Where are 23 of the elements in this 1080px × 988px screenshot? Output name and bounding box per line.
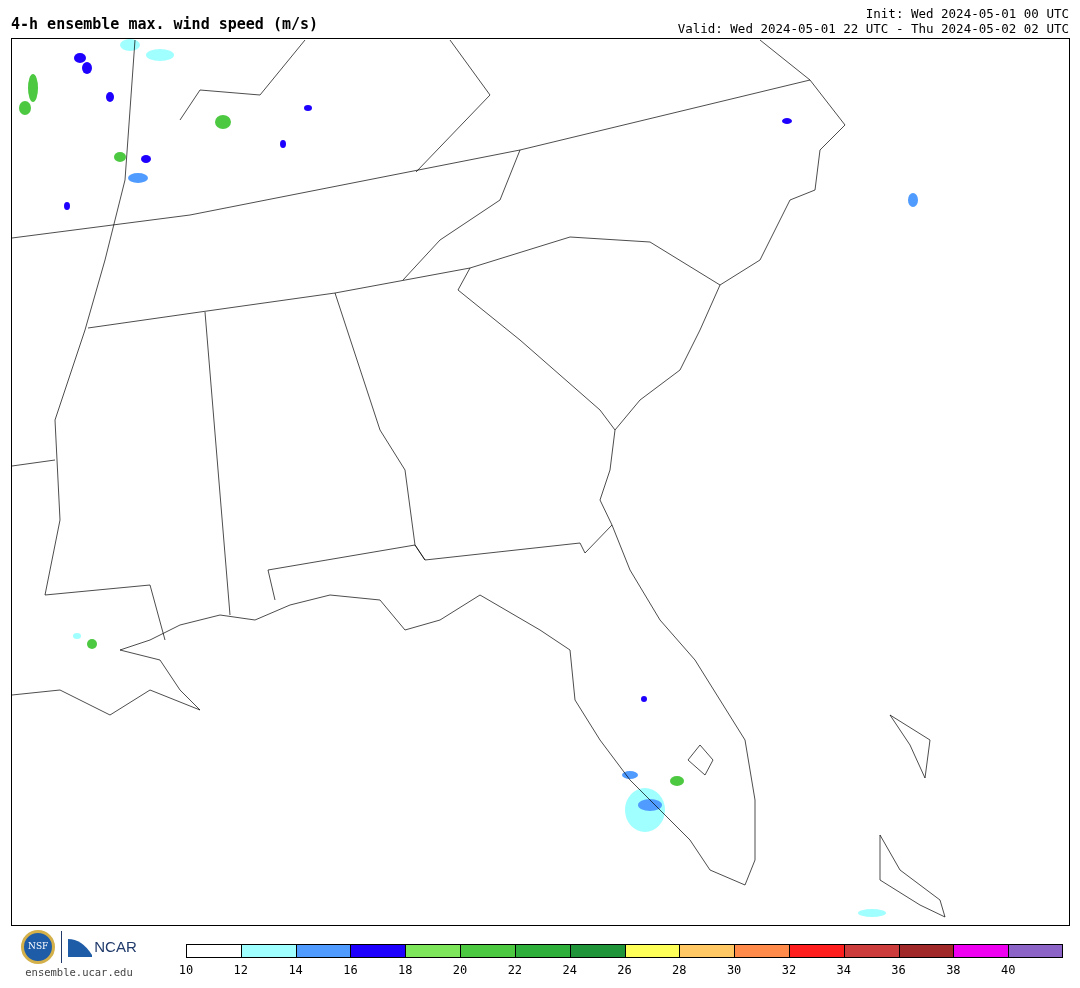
colorbar-label: 26 [617, 962, 632, 979]
init-time: Init: Wed 2024-05-01 00 UTC [865, 6, 1069, 21]
colorbar-label: 38 [946, 962, 961, 979]
ncar-logo-icon [68, 937, 93, 957]
colorbar-label: 14 [288, 962, 303, 979]
colorbar-label: 24 [562, 962, 577, 979]
colorbar-label: 16 [343, 962, 358, 979]
valid-time: Valid: Wed 2024-05-01 22 UTC - Thu 2024-05-02 02 UTC [677, 21, 1069, 36]
site-url: ensemble.ucar.edu [25, 965, 133, 980]
colorbar-label: 22 [507, 962, 523, 979]
nsf-logo: NSF [21, 930, 56, 964]
ncar-logo: NCAR [94, 936, 137, 957]
colorbar-label: 40 [1000, 962, 1016, 979]
colorbar-label: 36 [891, 962, 906, 979]
colorbar-label: 10 [178, 962, 194, 979]
colorbar-label: 20 [452, 962, 468, 979]
colorbar-label: 18 [398, 962, 413, 979]
colorbar-label: 34 [836, 962, 851, 979]
chart-title: 4-h ensemble max. wind speed (m/s) [11, 17, 319, 35]
colorbar-label: 30 [726, 962, 742, 979]
colorbar-label: 12 [233, 962, 249, 979]
colorbar-label: 32 [781, 962, 797, 979]
colorbar-label: 28 [672, 962, 687, 979]
